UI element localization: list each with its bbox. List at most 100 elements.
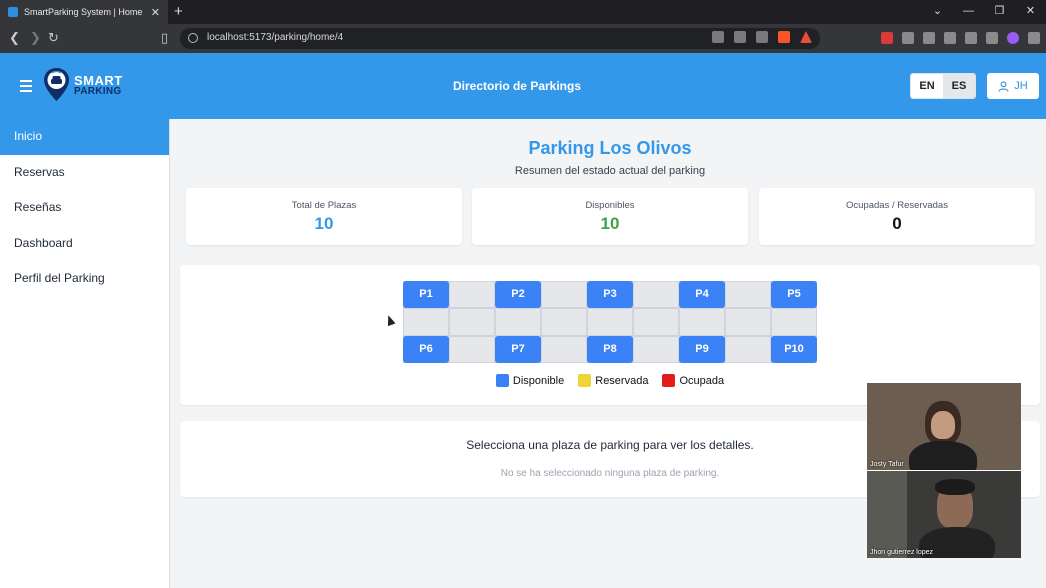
stat-card-occupied: Ocupadas / Reservadas 0 (759, 188, 1035, 245)
profile-icon[interactable] (1007, 32, 1019, 44)
grid-cell (725, 308, 771, 336)
wallet-icon[interactable] (944, 32, 956, 44)
address-bar-icons (712, 31, 812, 43)
participant-2-background (867, 471, 907, 558)
language-toggle: EN ES (910, 73, 976, 99)
stat-label: Ocupadas / Reservadas (846, 200, 948, 211)
site-info-icon[interactable] (188, 33, 198, 43)
browser-toolbar: ❮ ❯ ↻ ▯ localhost:5173/parking/home/4 (0, 24, 1046, 53)
grid-cell (541, 281, 587, 309)
browser-tab-bar: SmartParking System | Home ✕ + ⌄ — ❐ ✕ (0, 0, 1046, 24)
sidebar-item-resenas[interactable]: Reseñas (0, 190, 169, 226)
grid-cell (449, 281, 495, 309)
extensions-puzzle-icon[interactable] (902, 32, 914, 44)
legend-item-occupied: Ocupada (662, 374, 724, 387)
legend-label: Disponible (512, 374, 565, 387)
stat-value: 10 (314, 214, 334, 233)
user-menu-button[interactable]: JH (987, 73, 1039, 99)
close-tab-icon[interactable]: ✕ (151, 6, 160, 19)
stat-card-available: Disponibles 10 (472, 188, 748, 245)
app-header: SMART PARKING Directorio de Parkings EN … (0, 53, 1046, 119)
stat-card-total: Total de Plazas 10 (186, 188, 462, 245)
vpn-icon[interactable] (986, 32, 998, 44)
user-initials: JH (1014, 80, 1028, 92)
grid-cell (449, 308, 495, 336)
browser-tab[interactable]: SmartParking System | Home ✕ (0, 0, 168, 24)
sidebar-icon[interactable] (923, 32, 935, 44)
video-tile-2[interactable]: Jhon gutierrez lopez (867, 471, 1021, 558)
minimize-icon[interactable]: — (953, 0, 984, 24)
lang-es-button[interactable]: ES (943, 74, 975, 98)
stat-label: Disponibles (585, 200, 635, 211)
back-icon[interactable]: ❮ (9, 30, 20, 46)
grid-cell (771, 308, 817, 336)
page-subtitle: Resumen del estado actual del parking (514, 165, 706, 177)
participant-1-face (931, 411, 955, 439)
leo-ai-icon[interactable] (965, 32, 977, 44)
page-title: Parking Los Olivos (528, 138, 692, 158)
parking-slot-p9[interactable]: P9 (679, 335, 725, 363)
new-tab-icon[interactable]: + (174, 3, 183, 20)
parking-slot-p7[interactable]: P7 (495, 335, 541, 363)
participant-2-hair (935, 479, 975, 495)
stat-value: 0 (892, 214, 902, 233)
extensions-area (881, 32, 1040, 44)
parking-slot-p1[interactable]: P1 (403, 281, 449, 309)
header-title: Directorio de Parkings (452, 79, 582, 93)
address-bar[interactable]: localhost:5173/parking/home/4 (180, 28, 820, 49)
grid-cell (725, 335, 771, 363)
sidebar-item-dashboard[interactable]: Dashboard (0, 226, 169, 262)
video-tile-1[interactable]: Josty Tafur (867, 383, 1021, 470)
bookmark-icon[interactable]: ▯ (161, 30, 168, 46)
forward-icon[interactable]: ❯ (30, 30, 41, 46)
extension-icon[interactable] (881, 32, 893, 44)
legend-swatch (578, 374, 592, 387)
grid-cell (449, 335, 495, 363)
legend-item-reserved: Reservada (578, 374, 648, 387)
sidebar-item-inicio[interactable]: Inicio (0, 119, 169, 155)
reload-icon[interactable]: ↻ (48, 30, 59, 46)
brave-rewards-icon[interactable] (800, 31, 812, 43)
parking-slot-p6[interactable]: P6 (403, 335, 449, 363)
parking-slot-p10[interactable]: P10 (771, 335, 817, 363)
brave-shields-icon[interactable] (778, 31, 790, 43)
grid-cell (403, 308, 449, 336)
legend-swatch (662, 374, 676, 387)
parking-grid: P1 P2 P3 P4 P5 P6 P7 P8 P9 P10 (403, 281, 817, 363)
parking-slot-p5[interactable]: P5 (771, 281, 817, 309)
menu-icon[interactable] (1028, 32, 1040, 44)
translate-icon[interactable] (734, 31, 746, 43)
window-controls: ⌄ — ❐ ✕ (922, 0, 1046, 24)
grid-cell (633, 308, 679, 336)
lang-en-button[interactable]: EN (911, 74, 943, 98)
grid-cell (587, 308, 633, 336)
share-icon[interactable] (756, 31, 768, 43)
tab-favicon-icon (8, 7, 18, 17)
stat-label: Total de Plazas (291, 200, 357, 211)
legend-item-available: Disponible (495, 374, 565, 387)
parking-slot-p8[interactable]: P8 (587, 335, 633, 363)
grid-cell (541, 335, 587, 363)
grid-cell (541, 308, 587, 336)
sidebar: Inicio Reservas Reseñas Dashboard Perfil… (0, 119, 170, 588)
legend-swatch (495, 374, 509, 387)
sidebar-item-perfil[interactable]: Perfil del Parking (0, 261, 169, 297)
password-key-icon[interactable] (712, 31, 724, 43)
participant-1-body (909, 441, 977, 470)
grid-cell (633, 335, 679, 363)
stat-value: 10 (600, 214, 620, 233)
legend-label: Reservada (595, 374, 649, 387)
grid-cell (725, 281, 771, 309)
parking-slot-p2[interactable]: P2 (495, 281, 541, 309)
participant-name: Josty Tafur (870, 461, 904, 468)
restore-icon[interactable]: ❐ (984, 0, 1015, 24)
grid-cell (679, 308, 725, 336)
user-icon (998, 80, 1009, 92)
sidebar-item-reservas[interactable]: Reservas (0, 155, 169, 191)
close-window-icon[interactable]: ✕ (1015, 0, 1046, 24)
url-text[interactable]: localhost:5173/parking/home/4 (207, 32, 343, 43)
parking-slot-p3[interactable]: P3 (587, 281, 633, 309)
parking-slot-p4[interactable]: P4 (679, 281, 725, 309)
grid-cell (495, 308, 541, 336)
tab-list-icon[interactable]: ⌄ (922, 0, 953, 24)
